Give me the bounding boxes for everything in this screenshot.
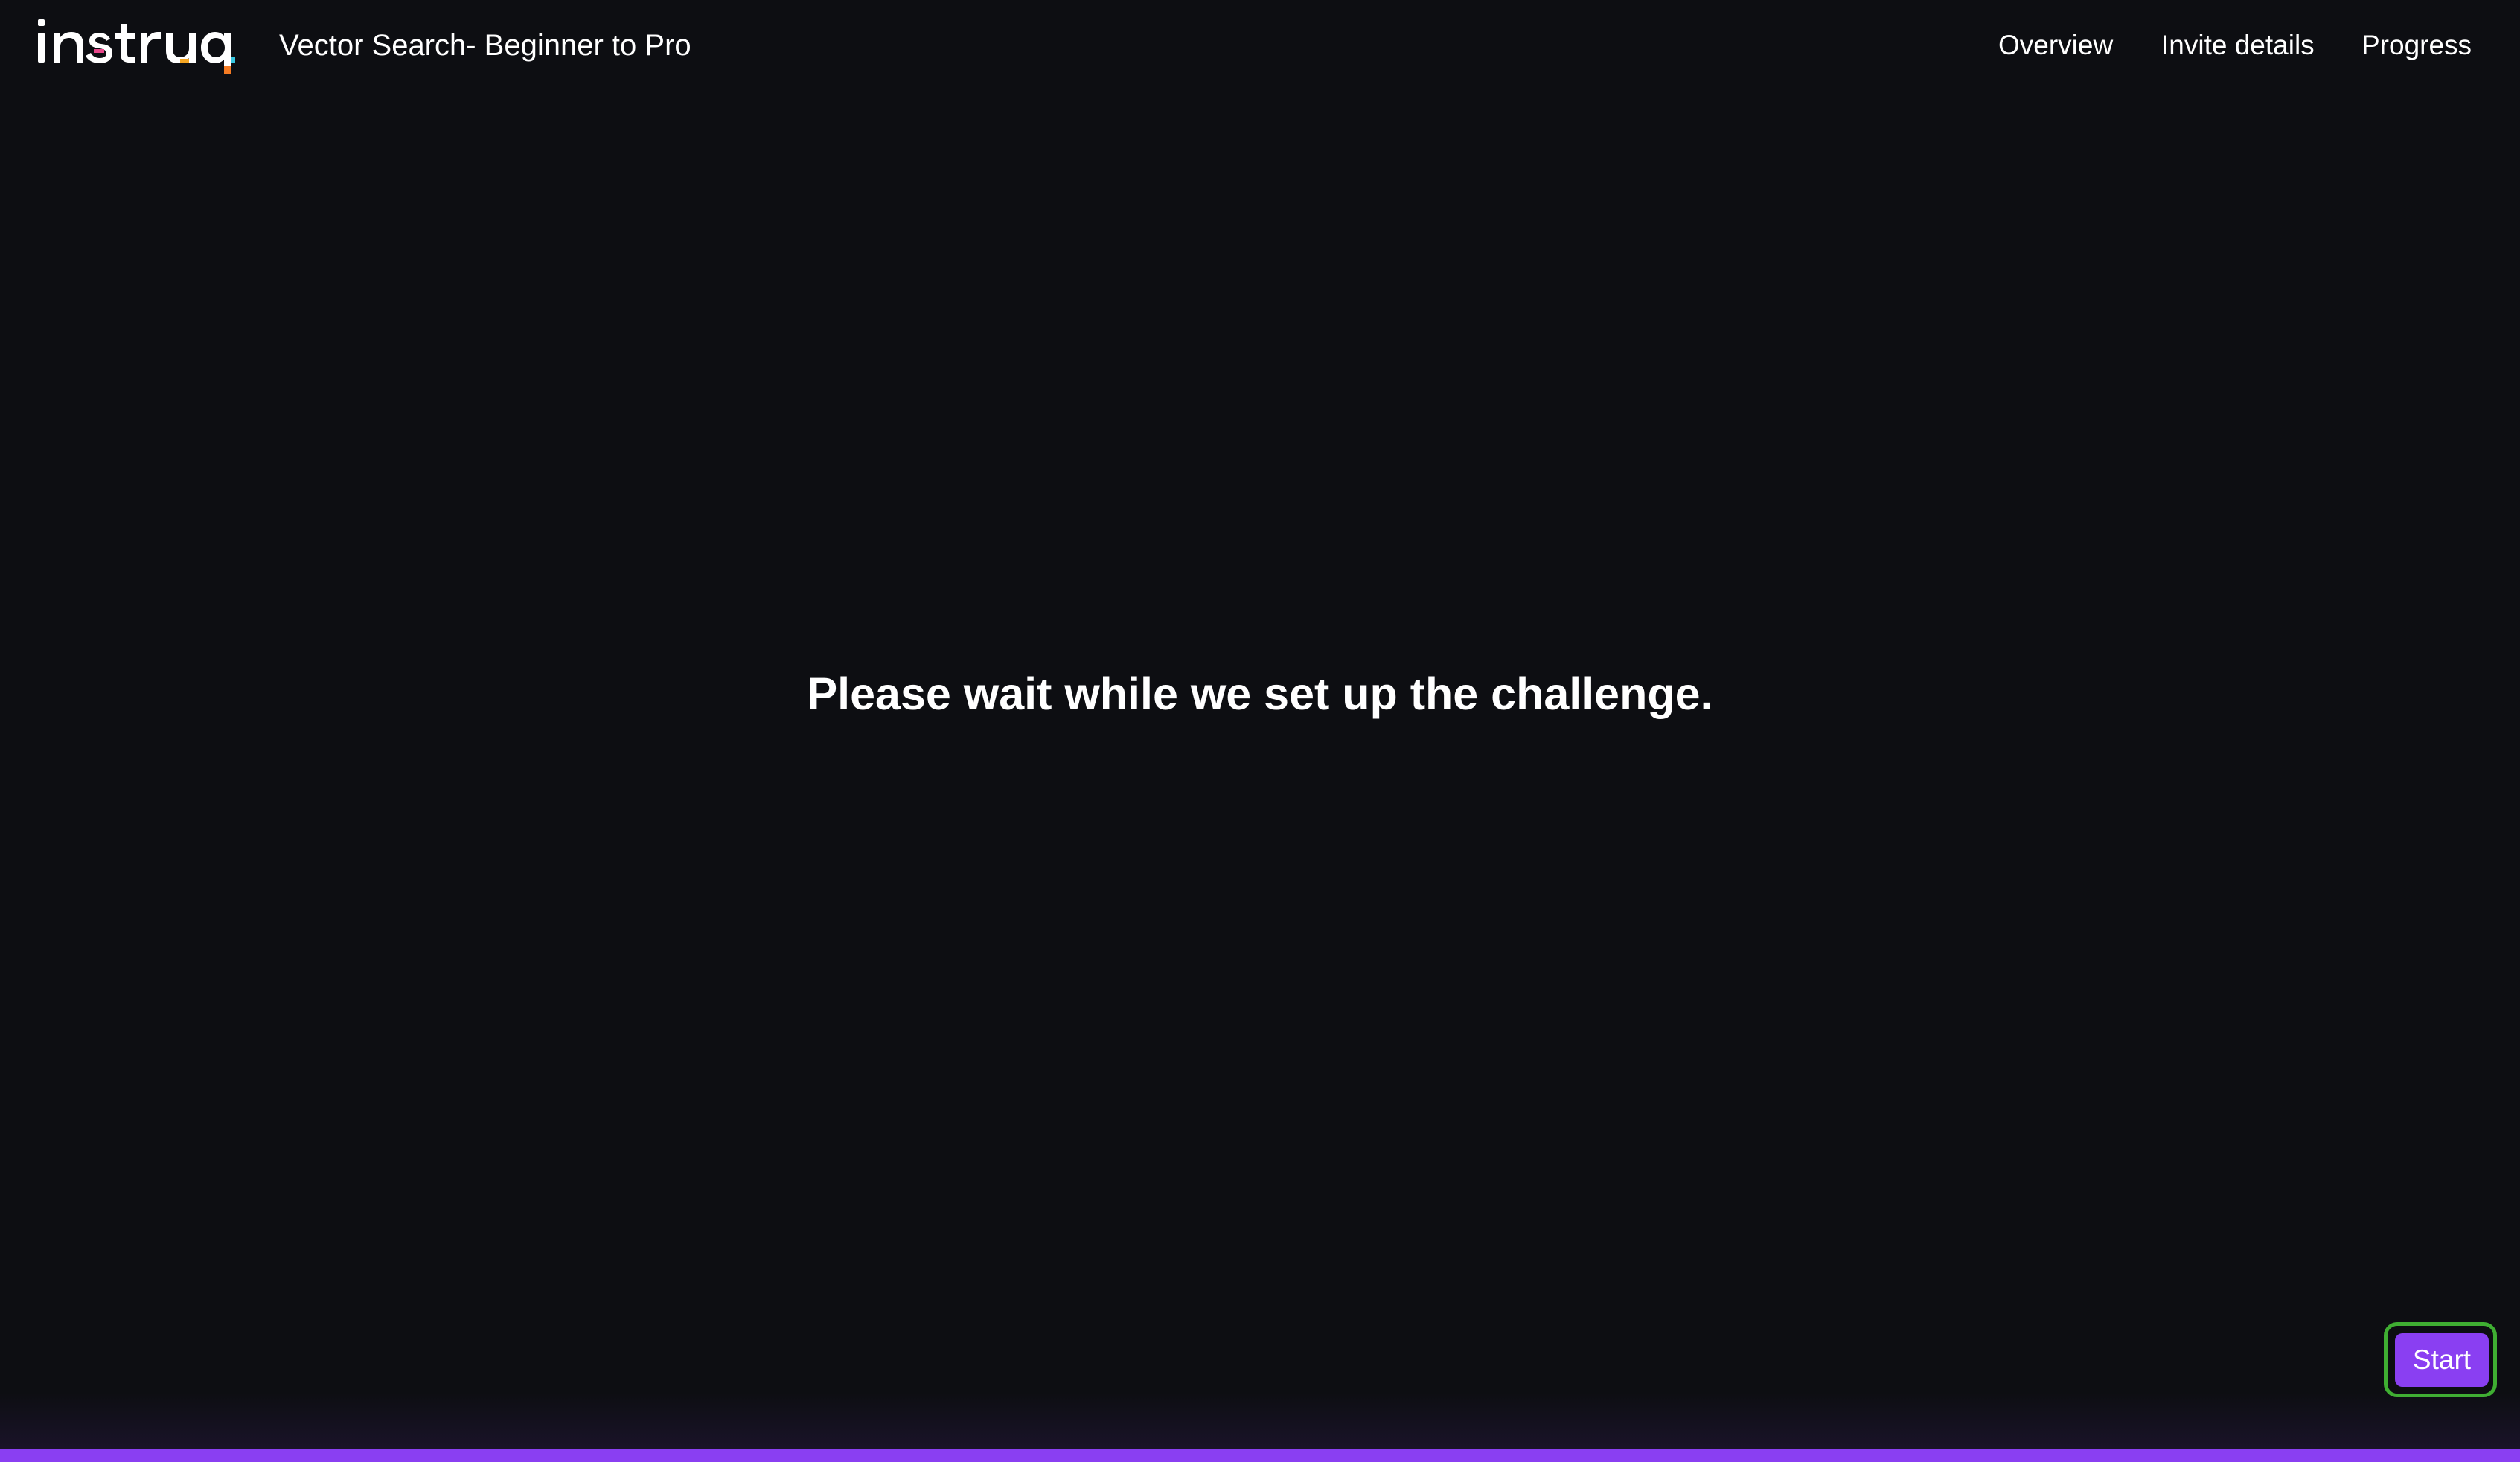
loading-progress-bar [0,1449,2520,1462]
nav-invite-details[interactable]: Invite details [2161,27,2315,64]
nav-overview[interactable]: Overview [1998,27,2113,64]
loading-progress-fill [0,1449,2520,1462]
nav-progress[interactable]: Progress [2361,27,2472,64]
loading-message: Please wait while we set up the challeng… [807,668,1713,719]
instruqt-logo[interactable] [36,16,235,74]
top-bar: Vector Search- Beginner to Pro Overview … [0,0,2520,91]
bottom-glow [0,1392,2520,1449]
course-title: Vector Search- Beginner to Pro [279,29,691,62]
start-button[interactable]: Start [2395,1333,2489,1387]
